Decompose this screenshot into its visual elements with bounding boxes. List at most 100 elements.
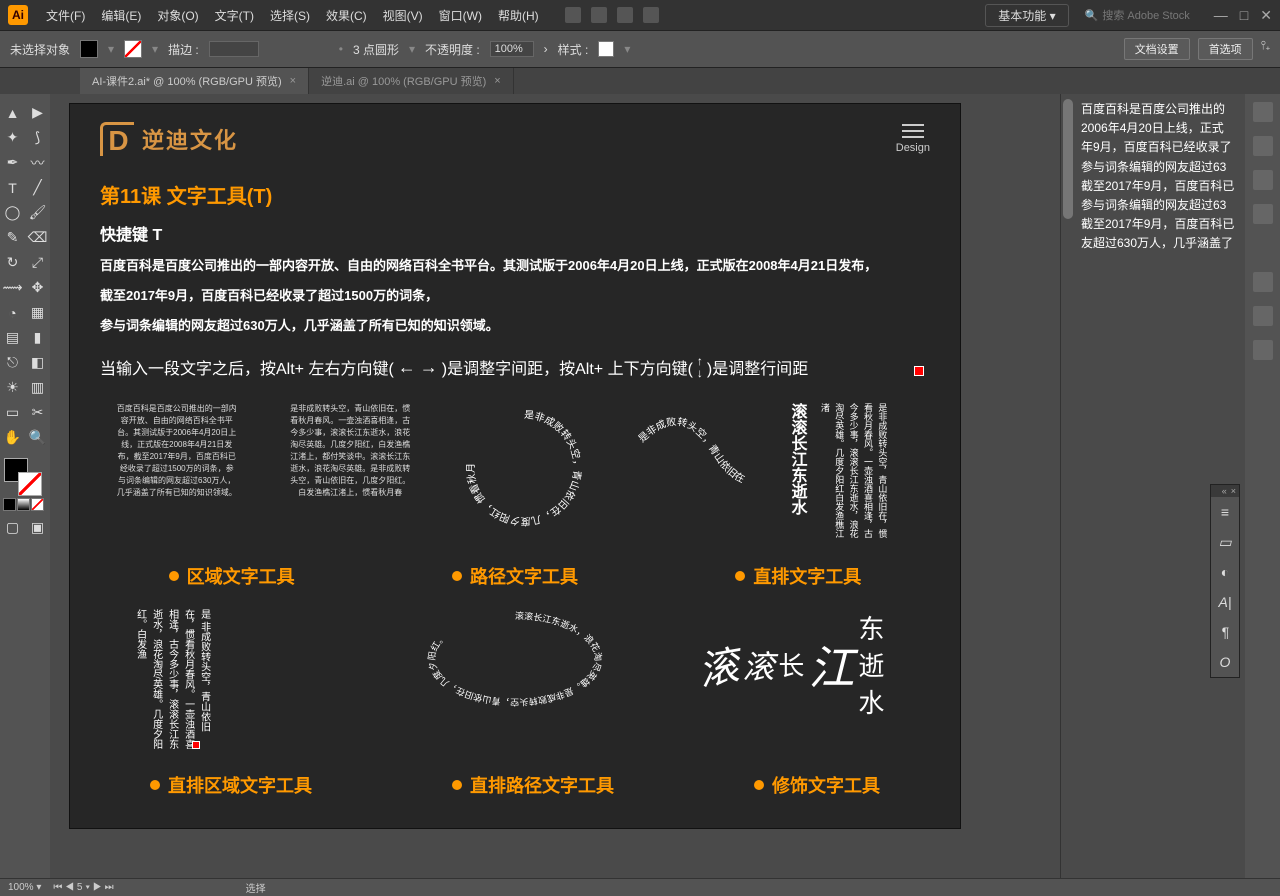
- overset-text-icon: [192, 741, 200, 749]
- collapse-icon[interactable]: «: [1222, 486, 1227, 496]
- shaper-tool[interactable]: ✎: [0, 225, 25, 250]
- scrollbar-vertical[interactable]: [1060, 94, 1075, 878]
- menu-effect[interactable]: 效果(C): [318, 7, 375, 24]
- menu-type[interactable]: 文字(T): [207, 7, 262, 24]
- profile-label[interactable]: 3 点圆形: [353, 41, 399, 58]
- eyedropper-tool[interactable]: ⎋: [0, 350, 25, 375]
- canvas[interactable]: D 逆迪文化 Design 第11课 文字工具(T) 快捷键 T 百度百科是百度…: [50, 94, 1245, 878]
- shape-builder-tool[interactable]: ◔: [0, 300, 25, 325]
- symbol-tool[interactable]: ☀: [0, 375, 25, 400]
- close-icon[interactable]: ×: [1231, 486, 1236, 496]
- character-panel-icon[interactable]: A|: [1211, 587, 1239, 617]
- arrange-icon[interactable]: [617, 7, 633, 23]
- search-stock[interactable]: 🔍 搜索 Adobe Stock: [1077, 5, 1198, 25]
- gradient-mode[interactable]: [17, 498, 30, 511]
- panel-item-3[interactable]: ◐: [1211, 557, 1239, 587]
- paragraph-panel-icon[interactable]: ¶: [1211, 617, 1239, 647]
- rotate-tool[interactable]: ↻: [0, 250, 25, 275]
- perspective-tool[interactable]: ▦: [25, 300, 50, 325]
- arrow-down-icon: ↓: [697, 367, 703, 379]
- menu-object[interactable]: 对象(O): [149, 7, 206, 24]
- body-para-3: 参与词条编辑的网友超过630万人，几乎涵盖了所有已知的知识领域。: [70, 311, 960, 341]
- direct-selection-tool[interactable]: ▶: [25, 100, 50, 125]
- stroke-label: 描边 :: [168, 41, 199, 58]
- screen-mode[interactable]: ▢: [0, 515, 25, 540]
- free-transform-tool[interactable]: ✥: [25, 275, 50, 300]
- screen-mode2[interactable]: ▣: [25, 515, 50, 540]
- opacity-input[interactable]: [490, 41, 534, 57]
- opentype-panel-icon[interactable]: O: [1211, 647, 1239, 677]
- stroke-swatch[interactable]: [124, 40, 142, 58]
- stroke-width[interactable]: [209, 41, 259, 57]
- close-icon[interactable]: ×: [494, 75, 500, 87]
- menu-help[interactable]: 帮助(H): [490, 7, 547, 24]
- floating-type-panel[interactable]: « × ≡ ▭ ◐ A| ¶ O: [1210, 484, 1240, 678]
- slice-tool[interactable]: ✂: [25, 400, 50, 425]
- tab-active[interactable]: AI-课件2.ai* @ 100% (RGB/GPU 预览)×: [80, 68, 309, 94]
- properties-panel-icon[interactable]: [1253, 102, 1273, 122]
- brand-logo-icon: D: [100, 122, 134, 156]
- minimize-button[interactable]: —: [1214, 7, 1228, 24]
- shortcut-label: 快捷键 T: [70, 215, 960, 251]
- panel-item-1[interactable]: ≡: [1211, 497, 1239, 527]
- close-icon[interactable]: ×: [290, 75, 296, 87]
- review-icon[interactable]: [643, 7, 659, 23]
- arrow-right-icon: →: [420, 357, 438, 378]
- fill-swatch[interactable]: [80, 40, 98, 58]
- menu-edit[interactable]: 编辑(E): [93, 7, 149, 24]
- width-tool[interactable]: ⟿: [0, 275, 25, 300]
- magic-wand-tool[interactable]: ✦: [0, 125, 25, 150]
- blend-tool[interactable]: ◧: [25, 350, 50, 375]
- zoom-level[interactable]: 100% ▾: [8, 882, 41, 893]
- close-button[interactable]: ✕: [1260, 7, 1272, 24]
- maximize-button[interactable]: □: [1240, 7, 1248, 24]
- stock-icon[interactable]: [591, 7, 607, 23]
- type-tool[interactable]: T: [0, 175, 25, 200]
- style-swatch[interactable]: [598, 41, 614, 57]
- pen-tool[interactable]: ✒: [0, 150, 25, 175]
- doc-icon[interactable]: [565, 7, 581, 23]
- color-mode[interactable]: [3, 498, 16, 511]
- gradient-tool[interactable]: ▮: [25, 325, 50, 350]
- line-tool[interactable]: ╱: [25, 175, 50, 200]
- tool-label-5: 直排路径文字工具: [452, 772, 614, 798]
- fill-stroke-swatches[interactable]: [0, 458, 50, 494]
- panel-item-2[interactable]: ▭: [1211, 527, 1239, 557]
- lasso-tool[interactable]: ⟆: [25, 125, 50, 150]
- overset-text-icon: [914, 366, 924, 376]
- hand-tool[interactable]: ✋: [0, 425, 25, 450]
- prefs-button[interactable]: 首选项: [1198, 38, 1253, 60]
- shape-panel-icon[interactable]: [1253, 204, 1273, 224]
- artboard-nav[interactable]: ⏮ ◀ 5 ▾ ▶ ⏭: [53, 882, 113, 893]
- arrow-left-icon: ←: [398, 357, 416, 378]
- mesh-tool[interactable]: ▤: [0, 325, 25, 350]
- doc-setup-button[interactable]: 文档设置: [1124, 38, 1190, 60]
- tool-status: 选择: [246, 880, 266, 895]
- layers-panel-icon[interactable]: [1253, 136, 1273, 156]
- hamburger-icon: [896, 124, 930, 138]
- workspace-dropdown[interactable]: 基本功能 ▾: [985, 4, 1068, 27]
- tab-inactive[interactable]: 逆迪.ai @ 100% (RGB/GPU 预览)×: [309, 68, 514, 94]
- menu-view[interactable]: 视图(V): [375, 7, 431, 24]
- align-icon[interactable]: ⫯₊: [1261, 38, 1270, 60]
- rectangle-tool[interactable]: ◯: [0, 200, 25, 225]
- menu-file[interactable]: 文件(F): [38, 7, 93, 24]
- scale-tool[interactable]: ⤢: [25, 250, 50, 275]
- menu-select[interactable]: 选择(S): [262, 7, 318, 24]
- zoom-tool[interactable]: 🔍: [25, 425, 50, 450]
- eraser-tool[interactable]: ⌫: [25, 225, 50, 250]
- libraries-panel-icon[interactable]: [1253, 170, 1273, 190]
- transform-panel-icon[interactable]: [1253, 306, 1273, 326]
- touch-type-sample: 滚 滚 长 江 东逝水: [698, 609, 898, 720]
- curvature-tool[interactable]: 〰: [25, 150, 50, 175]
- none-mode[interactable]: [31, 498, 44, 511]
- tool-label-4: 直排区域文字工具: [150, 772, 312, 798]
- align-panel-icon[interactable]: [1253, 272, 1273, 292]
- menu-window[interactable]: 窗口(W): [431, 7, 490, 24]
- graph-tool[interactable]: ▥: [25, 375, 50, 400]
- pathfinder-panel-icon[interactable]: [1253, 340, 1273, 360]
- artboard-tool[interactable]: ▭: [0, 400, 25, 425]
- lesson-title: 第11课 文字工具(T): [70, 174, 960, 215]
- brush-tool[interactable]: 🖌: [25, 200, 50, 225]
- selection-tool[interactable]: ▲: [0, 100, 25, 125]
